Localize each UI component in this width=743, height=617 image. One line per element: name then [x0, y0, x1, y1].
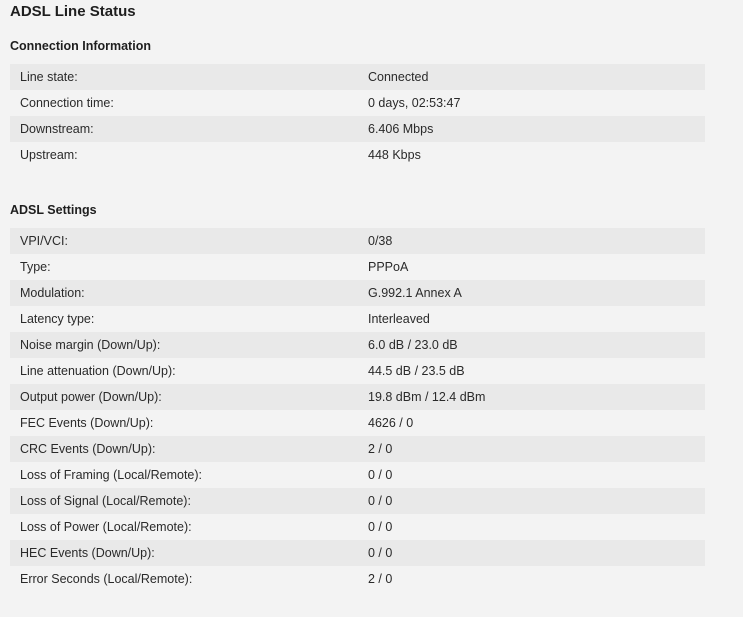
- row-value: Interleaved: [368, 312, 430, 326]
- table-row: Output power (Down/Up): 19.8 dBm / 12.4 …: [10, 384, 705, 410]
- table-row: Modulation: G.992.1 Annex A: [10, 280, 705, 306]
- row-value: 44.5 dB / 23.5 dB: [368, 364, 465, 378]
- row-label: Loss of Framing (Local/Remote):: [20, 468, 203, 482]
- row-label: Type:: [20, 260, 51, 274]
- row-value: 0 / 0: [368, 520, 393, 534]
- row-value: 6.406 Mbps: [368, 122, 434, 136]
- row-label: CRC Events (Down/Up):: [20, 442, 156, 456]
- table-row: Line attenuation (Down/Up): 44.5 dB / 23…: [10, 358, 705, 384]
- row-value: 448 Kbps: [368, 148, 421, 162]
- table-row: Connection time: 0 days, 02:53:47: [10, 90, 705, 116]
- row-label: Noise margin (Down/Up):: [20, 338, 161, 352]
- row-value: 6.0 dB / 23.0 dB: [368, 338, 458, 352]
- row-value: PPPoA: [368, 260, 409, 274]
- row-label: Modulation:: [20, 286, 85, 300]
- row-label: Loss of Signal (Local/Remote):: [20, 494, 191, 508]
- adsl-settings-table: VPI/VCI: 0/38 Type: PPPoA Modulation: G.…: [10, 228, 705, 592]
- row-value: 0 days, 02:53:47: [368, 96, 461, 110]
- row-label: Output power (Down/Up):: [20, 390, 162, 404]
- table-row: Latency type: Interleaved: [10, 306, 705, 332]
- table-row: VPI/VCI: 0/38: [10, 228, 705, 254]
- row-label: Line state:: [20, 70, 78, 84]
- row-label: HEC Events (Down/Up):: [20, 546, 155, 560]
- row-value: 0 / 0: [368, 494, 393, 508]
- connection-information-table: Line state: Connected Connection time: 0…: [10, 64, 705, 168]
- row-label: Connection time:: [20, 96, 114, 110]
- table-row: Error Seconds (Local/Remote): 2 / 0: [10, 566, 705, 592]
- row-label: FEC Events (Down/Up):: [20, 416, 154, 430]
- row-value: 0/38: [368, 234, 393, 248]
- table-row: Upstream: 448 Kbps: [10, 142, 705, 168]
- row-label: Upstream:: [20, 148, 78, 162]
- table-row: Type: PPPoA: [10, 254, 705, 280]
- row-label: Latency type:: [20, 312, 95, 326]
- row-value: 0 / 0: [368, 546, 393, 560]
- table-row: Line state: Connected: [10, 64, 705, 90]
- row-label: VPI/VCI:: [20, 234, 68, 248]
- table-row: Noise margin (Down/Up): 6.0 dB / 23.0 dB: [10, 332, 705, 358]
- row-label: Error Seconds (Local/Remote):: [20, 572, 193, 586]
- row-value: 0 / 0: [368, 468, 393, 482]
- row-value: 2 / 0: [368, 442, 393, 456]
- table-row: CRC Events (Down/Up): 2 / 0: [10, 436, 705, 462]
- page-title: ADSL Line Status: [10, 3, 136, 20]
- row-label: Line attenuation (Down/Up):: [20, 364, 176, 378]
- connection-information-heading: Connection Information: [10, 39, 151, 53]
- table-row: FEC Events (Down/Up): 4626 / 0: [10, 410, 705, 436]
- row-value: 4626 / 0: [368, 416, 414, 430]
- row-value: Connected: [368, 70, 429, 84]
- table-row: Loss of Signal (Local/Remote): 0 / 0: [10, 488, 705, 514]
- table-row: Loss of Power (Local/Remote): 0 / 0: [10, 514, 705, 540]
- adsl-settings-heading: ADSL Settings: [10, 203, 97, 217]
- row-value: 19.8 dBm / 12.4 dBm: [368, 390, 486, 404]
- row-label: Downstream:: [20, 122, 94, 136]
- table-row: Downstream: 6.406 Mbps: [10, 116, 705, 142]
- table-row: HEC Events (Down/Up): 0 / 0: [10, 540, 705, 566]
- row-value: G.992.1 Annex A: [368, 286, 462, 300]
- row-value: 2 / 0: [368, 572, 393, 586]
- table-row: Loss of Framing (Local/Remote): 0 / 0: [10, 462, 705, 488]
- row-label: Loss of Power (Local/Remote):: [20, 520, 192, 534]
